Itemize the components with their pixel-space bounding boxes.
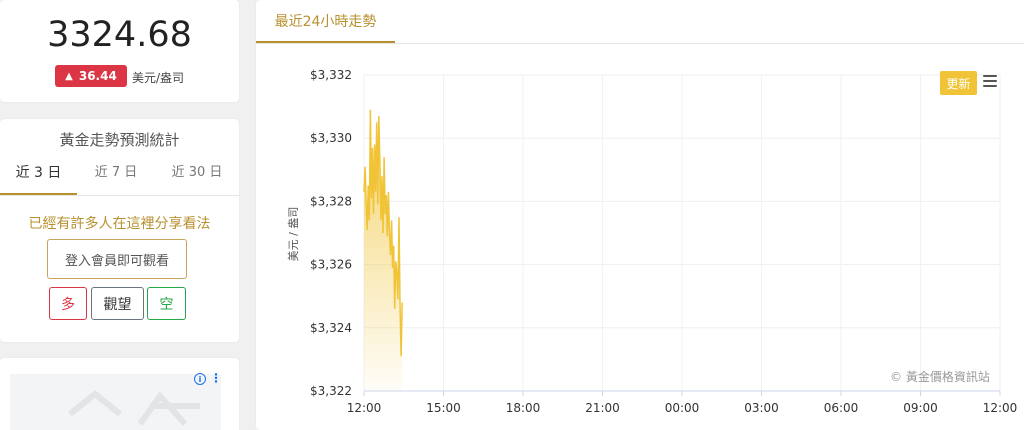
watermark: © 黃金價格資訊站 [890, 370, 990, 384]
x-tick-label: 15:00 [426, 401, 461, 415]
refresh-button[interactable]: 更新 [940, 71, 977, 95]
y-tick-label: $3,322 [310, 384, 352, 398]
vote-short-button[interactable]: 空 [147, 287, 186, 320]
price-card: 3324.68 ▲ 36.44 美元/盎司 [0, 0, 239, 102]
x-tick-label: 03:00 [744, 401, 779, 415]
kebab-icon[interactable]: ⋮ [210, 372, 222, 384]
info-icon[interactable]: i [194, 373, 206, 385]
y-tick-label: $3,328 [310, 194, 352, 208]
gold-price-chart: $3,332 $3,330 $3,328 $3,326 $3,324 $3,322 12:0… [286, 68, 1018, 415]
ad-banner[interactable] [10, 374, 221, 430]
price-unit: 美元/盎司 [132, 71, 185, 85]
x-tick-label: 06:00 [824, 401, 859, 415]
price-change-badge: ▲ 36.44 [55, 65, 127, 87]
login-to-view-button[interactable]: 登入會員即可觀看 [47, 239, 187, 279]
x-tick-label: 00:00 [665, 401, 700, 415]
chart-card: 最近24小時走勢 $3,332 $3,330 $3,328 $3,326 $3,324 $… [256, 0, 1024, 430]
x-tick-label: 18:00 [506, 401, 541, 415]
forecast-title: 黃金走勢預測統計 [59, 131, 180, 149]
tab-3-days[interactable]: 近 3 日 [0, 163, 77, 195]
triangle-up-icon: ▲ [65, 70, 73, 82]
y-tick-label: $3,330 [310, 131, 352, 145]
forecast-card: 黃金走勢預測統計 近 3 日 近 7 日 近 30 日 已經有許多人在這裡分享看… [0, 119, 239, 342]
y-axis-label: 美元 / 盎司 [286, 207, 300, 262]
y-tick-label: $3,332 [310, 68, 352, 82]
tab-7-days[interactable]: 近 7 日 [77, 163, 155, 195]
hamburger-icon[interactable] [983, 75, 997, 87]
ad-card: i ⋮ [0, 358, 239, 430]
x-tick-label: 21:00 [585, 401, 620, 415]
gold-price: 3324.68 [47, 15, 192, 55]
x-tick-label: 09:00 [903, 401, 938, 415]
vote-watch-button[interactable]: 觀望 [91, 287, 144, 320]
ad-graphic [68, 390, 200, 426]
share-prompt: 已經有許多人在這裡分享看法 [28, 216, 211, 232]
x-tick-label: 12:00 [347, 401, 382, 415]
x-tick-label: 12:00 [983, 401, 1018, 415]
y-tick-label: $3,326 [310, 258, 352, 272]
price-change-value: 36.44 [78, 69, 117, 83]
tab-divider [0, 195, 239, 196]
vote-long-button[interactable]: 多 [49, 287, 87, 320]
tab-30-days[interactable]: 近 30 日 [155, 163, 239, 195]
y-tick-label: $3,324 [310, 321, 352, 335]
